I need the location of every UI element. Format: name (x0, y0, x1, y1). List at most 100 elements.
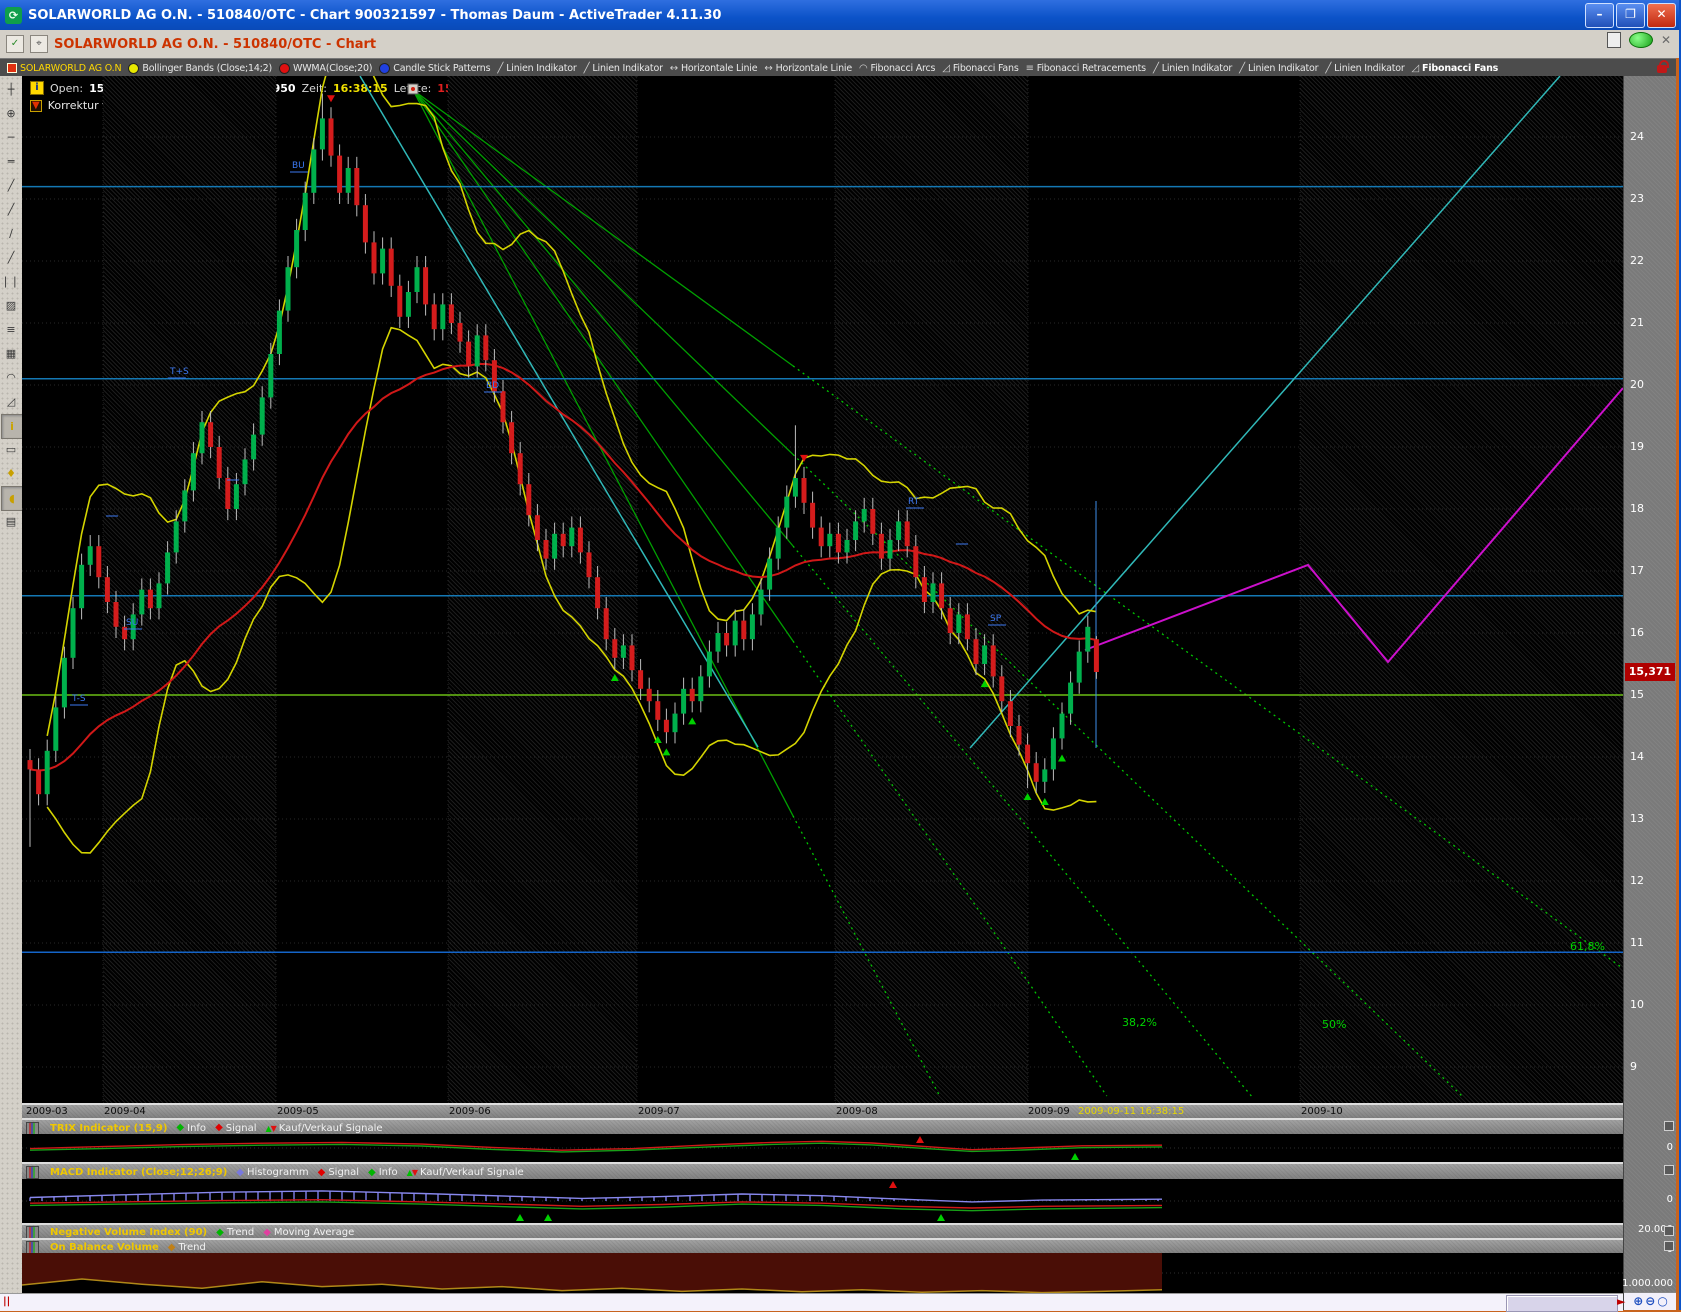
toolbar-indicator-solarworld-ag-o-n[interactable]: SOLARWORLD AG O.N (7, 63, 121, 74)
selection-rectangle-icon[interactable]: ▭ (1, 438, 21, 461)
price-tick-label: 13 (1630, 812, 1644, 825)
fib-fan-label: 61,8% (1570, 940, 1605, 953)
close-button[interactable]: ✕ (1647, 3, 1676, 28)
toolbar-indicator-fibonacci-retracements[interactable]: ≡Fibonacci Retracements (1026, 63, 1146, 74)
diamond-icon: ◆ (263, 1228, 271, 1238)
legend-label: Kauf/Verkauf Signale (420, 1167, 524, 1178)
parallel-trend-lines-icon[interactable]: ╱ (1, 198, 21, 221)
fibonacci-arcs-icon[interactable]: ◠ (1, 366, 21, 389)
horizontal-line-icon[interactable]: ─ (1, 126, 21, 149)
zoom-reset-button[interactable]: ○ (1657, 1294, 1667, 1309)
data-feed-icon[interactable]: ◖ (1, 486, 23, 511)
fib-fan-label: 38,2% (1122, 1016, 1157, 1029)
diamond-icon: ◆ (236, 1168, 244, 1178)
trend-line-icon[interactable]: ╱ (1, 174, 21, 197)
last-price-label: 15,371 (1625, 663, 1675, 681)
activetrader-window: ⟳ SOLARWORLD AG O.N. - 510840/OTC - Char… (0, 0, 1681, 1312)
maximize-button[interactable]: ❐ (1616, 3, 1645, 28)
pane-lock-icon[interactable] (1664, 1226, 1674, 1236)
scrollbar-thumb[interactable] (1506, 1295, 1618, 1312)
indicator-dot-icon (379, 63, 390, 74)
chart-header-bar: ✓ ⌖ SOLARWORLD AG O.N. - 510840/OTC - Ch… (0, 30, 1681, 59)
zoom-in-button[interactable]: ⊕ (1633, 1294, 1643, 1309)
toolbar-indicator-label: Linien Indikator (1248, 63, 1318, 74)
date-tick-label: 2009-03 (26, 1106, 68, 1117)
pane-lock-icon[interactable] (1664, 1241, 1674, 1251)
lock-icon[interactable] (1657, 60, 1667, 73)
legend-item[interactable]: ▲▼Kauf/Verkauf Signale (407, 1167, 524, 1178)
legend-label: Info (379, 1167, 398, 1178)
pencil-icon: ╱ (1239, 63, 1245, 74)
toolbar-indicator-fibonacci-fans[interactable]: ◿Fibonacci Fans (942, 63, 1018, 74)
toolbar-indicator-linien-indikator[interactable]: ╱Linien Indikator (584, 63, 663, 74)
fibonacci-fans-icon[interactable]: ◿ (1, 390, 21, 413)
toolbar-indicator-horizontale-linie[interactable]: ↔Horizontale Linie (764, 63, 852, 74)
legend-label: Moving Average (274, 1227, 354, 1238)
clipboard-icon[interactable] (1607, 32, 1621, 48)
date-tick-label: 2009-10 (1301, 1106, 1343, 1117)
pane-lock-icon[interactable] (1664, 1165, 1674, 1175)
legend-item[interactable]: ◆Info (176, 1123, 206, 1134)
fibonacci-retracements-icon[interactable]: ▦ (1, 342, 21, 365)
legend-label: Histogramm (247, 1167, 309, 1178)
toolbar-indicator-fibonacci-fans[interactable]: ◿Fibonacci Fans (1412, 63, 1499, 74)
main-chart[interactable]: i Open:15,900Tief:15,261Hoch:15,950Zeit:… (22, 76, 1623, 1103)
obv-axis-min-label: -1.000.000 (1618, 1278, 1673, 1289)
line-segment-icon[interactable]: ∕ (1, 222, 21, 245)
legend-item[interactable]: ◆Info (368, 1167, 398, 1178)
alarm-icon[interactable]: ♦ (1, 462, 21, 485)
date-tick-label: 2009-09 (1028, 1106, 1070, 1117)
toolbar-indicator-bollinger-bands-close-14-2-[interactable]: Bollinger Bands (Close;14;2) (128, 63, 272, 74)
legend-item[interactable]: ◆Signal (215, 1123, 256, 1134)
fibonacci-time-zones-icon[interactable]: ❘❘❘ (1, 270, 21, 293)
info-tool-icon[interactable]: i (1, 414, 23, 439)
legend-item[interactable]: ◆Moving Average (263, 1227, 354, 1238)
macd-axis-label: 0 (1667, 1194, 1673, 1205)
chart-checkbox-icon[interactable]: ✓ (6, 35, 24, 53)
toolbar-indicator-linien-indikator[interactable]: ╱Linien Indikator (1153, 63, 1232, 74)
scrollbar-right-arrow[interactable]: ► (1617, 1295, 1625, 1308)
toolbar-indicator-linien-indikator[interactable]: ╱Linien Indikator (1239, 63, 1318, 74)
parallel-horizontal-lines-icon[interactable]: ═ (1, 150, 21, 173)
legend-item[interactable]: ▲▼ Kauf/Verkauf Signale (265, 1123, 382, 1134)
buy-sell-triangles-icon: ▲▼ (407, 1168, 417, 1177)
move-tool-icon[interactable]: ┼ (1, 78, 21, 101)
toolbar-indicator-label: Linien Indikator (592, 63, 662, 74)
hline-icon: ↔ (670, 63, 678, 74)
legend-label: Kauf/Verkauf Signale (279, 1123, 383, 1134)
toolbar-indicator-linien-indikator[interactable]: ╱Linien Indikator (497, 63, 576, 74)
legend-item[interactable]: ◆Histogramm (236, 1167, 308, 1178)
macd-pane[interactable] (22, 1179, 1623, 1223)
fibonacci-price-steps-icon[interactable]: ▨ (1, 294, 21, 317)
scrollbar-left-marks[interactable]: || (3, 1296, 10, 1307)
obv-pane[interactable] (22, 1253, 1623, 1293)
indicator-dot-icon (128, 63, 139, 74)
time-scrollbar[interactable]: || ► (0, 1293, 1623, 1311)
toolbar-indicator-fibonacci-arcs[interactable]: ◠Fibonacci Arcs (859, 63, 935, 74)
symbol-icon (7, 63, 17, 73)
print-icon[interactable]: ▤ (1, 510, 21, 533)
legend-label: Trend (178, 1242, 205, 1253)
regression-line-icon[interactable]: ╱ (1, 246, 21, 269)
minimize-button[interactable]: – (1585, 3, 1614, 28)
trix-pane[interactable] (22, 1134, 1623, 1162)
pin-icon[interactable]: ⌖ (30, 35, 48, 53)
price-tick-label: 11 (1630, 936, 1644, 949)
toolbar-indicator-candle-stick-patterns[interactable]: Candle Stick Patterns (379, 63, 490, 74)
legend-item[interactable]: ◆Trend (168, 1242, 206, 1253)
toolbar-indicator-label: Fibonacci Retracements (1037, 63, 1146, 74)
toolbar-indicator-linien-indikator[interactable]: ╱Linien Indikator (1325, 63, 1404, 74)
fans-icon: ◿ (1412, 63, 1420, 74)
crosshair-icon[interactable]: ⊕ (1, 102, 21, 125)
panel-close-icon[interactable]: ✕ (1661, 33, 1671, 47)
pane-lock-icon[interactable] (1664, 1121, 1674, 1131)
legend-item[interactable]: ◆Signal (318, 1167, 359, 1178)
toolbar-indicator-wwma-close-20-[interactable]: WWMA(Close;20) (279, 63, 372, 74)
toolbar-indicator-horizontale-linie[interactable]: ↔Horizontale Linie (670, 63, 758, 74)
title-bar[interactable]: ⟳ SOLARWORLD AG O.N. - 510840/OTC - Char… (0, 0, 1681, 30)
buy-sell-triangles-icon: ▲▼ (265, 1124, 275, 1133)
trix-pane-title: TRIX Indicator (15,9) (50, 1123, 167, 1134)
zoom-out-button[interactable]: ⊖ (1645, 1294, 1655, 1309)
legend-item[interactable]: ◆Trend (216, 1227, 254, 1238)
fibonacci-time-lines-icon[interactable]: ≡ (1, 318, 21, 341)
